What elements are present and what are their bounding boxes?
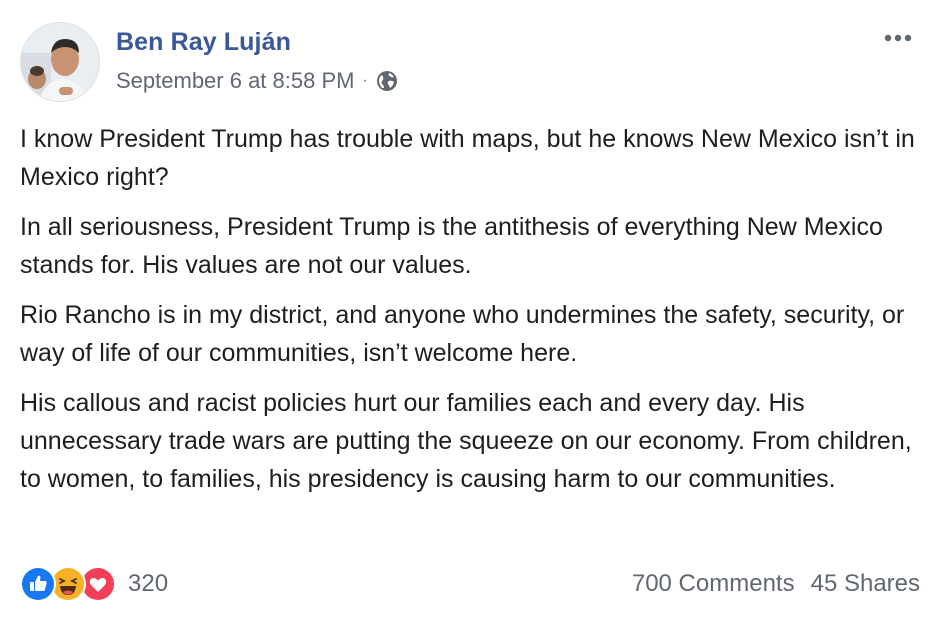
post-header: Ben Ray Luján September 6 at 8:58 PM · <box>20 22 920 102</box>
facebook-post: Ben Ray Luján September 6 at 8:58 PM · I <box>0 0 940 620</box>
comments-count-link[interactable]: 700 Comments <box>632 570 795 598</box>
post-footer: 320 700 Comments 45 Shares <box>20 566 920 606</box>
meta-separator: · <box>362 72 368 89</box>
like-icon <box>20 566 56 602</box>
post-paragraph: In all seriousness, President Trump is t… <box>20 213 883 279</box>
engagement-stats: 700 Comments 45 Shares <box>632 570 920 598</box>
post-timestamp[interactable]: September 6 at 8:58 PM <box>116 68 354 94</box>
post-paragraph: His callous and racist policies hurt our… <box>20 389 912 493</box>
reaction-count[interactable]: 320 <box>128 570 168 598</box>
reactions-summary[interactable]: 320 <box>20 566 168 602</box>
more-options-icon[interactable] <box>880 26 916 50</box>
post-meta: September 6 at 8:58 PM · <box>116 68 399 94</box>
stats-spacer <box>795 570 811 598</box>
post-paragraph: I know President Trump has trouble with … <box>20 125 915 191</box>
shares-count-link[interactable]: 45 Shares <box>811 570 920 598</box>
globe-icon[interactable] <box>375 69 399 93</box>
post-body: I know President Trump has trouble with … <box>20 120 920 510</box>
post-paragraph: Rio Rancho is in my district, and anyone… <box>20 301 905 367</box>
author-avatar[interactable] <box>20 22 100 102</box>
author-name[interactable]: Ben Ray Luján <box>116 28 291 57</box>
